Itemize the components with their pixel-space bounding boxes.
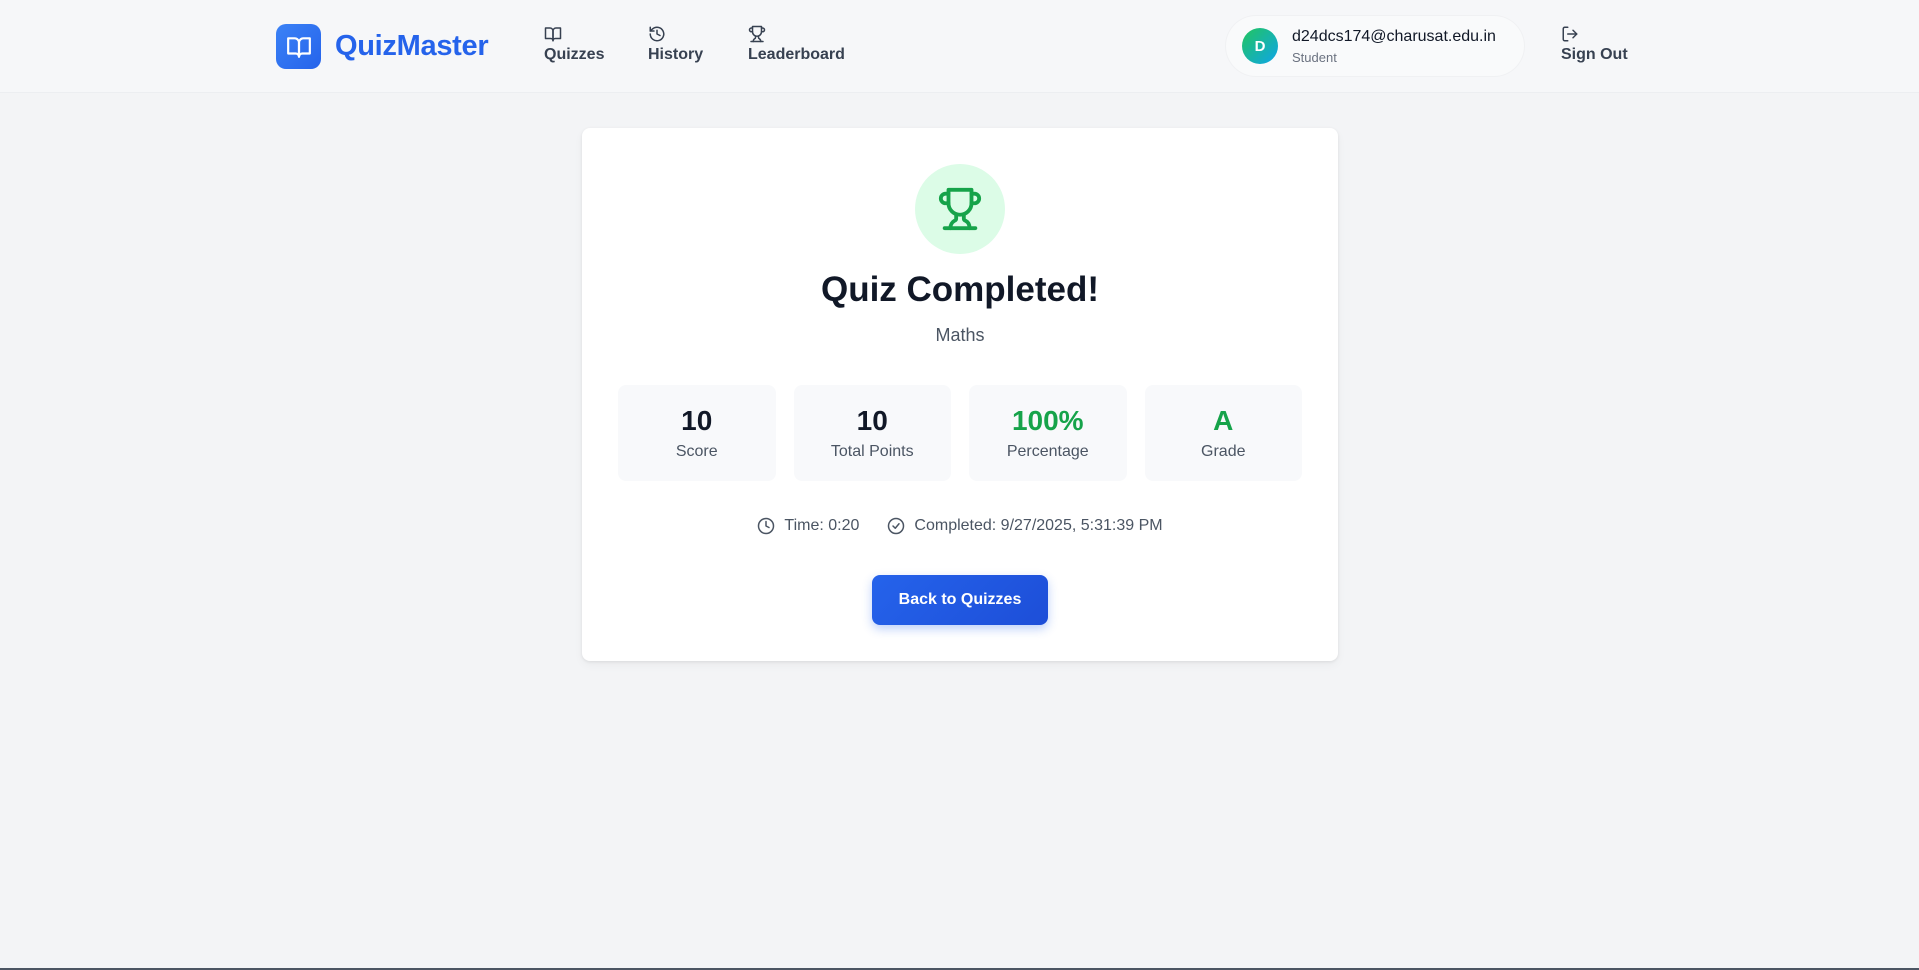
check-circle-icon xyxy=(888,517,905,535)
stat-label: Total Points xyxy=(830,443,914,460)
completed-at: Completed: 9/27/2025, 5:31:39 PM xyxy=(887,517,1163,535)
stat-total-points: 10 Total Points xyxy=(793,385,951,481)
stat-score: 10 Score xyxy=(618,385,776,481)
stat-percentage: 100% Percentage xyxy=(969,385,1127,481)
page-title: Quiz Completed! xyxy=(820,270,1100,309)
user-email: d24dcs174@charusat.edu.in xyxy=(1292,27,1496,45)
log-out-icon xyxy=(1562,26,1578,42)
time-taken: Time: 0:20 xyxy=(757,517,859,535)
stat-value: A xyxy=(1213,405,1234,436)
book-open-icon xyxy=(276,24,321,69)
avatar: D xyxy=(1242,28,1278,64)
completed-text: Completed: 9/27/2025, 5:31:39 PM xyxy=(914,517,1163,534)
quiz-subject: Maths xyxy=(935,325,985,345)
trophy-badge xyxy=(915,164,1005,254)
stat-value: 10 xyxy=(856,405,888,436)
time-text: Time: 0:20 xyxy=(784,517,860,534)
quiz-result-card: Quiz Completed! Maths 10 Score 10 Total … xyxy=(582,128,1338,661)
sign-out-label: Sign Out xyxy=(1561,46,1628,63)
stat-label: Percentage xyxy=(1006,443,1089,460)
stat-grade: A Grade xyxy=(1144,385,1302,481)
user-profile[interactable]: D d24dcs174@charusat.edu.in Student xyxy=(1226,16,1524,76)
stats-grid: 10 Score 10 Total Points 100% Percentage… xyxy=(618,385,1302,481)
result-meta: Time: 0:20 Completed: 9/27/2025, 5:31:39… xyxy=(582,517,1338,535)
stat-value: 10 xyxy=(681,405,713,436)
user-info: d24dcs174@charusat.edu.in Student xyxy=(1292,28,1496,65)
stat-value: 100% xyxy=(1011,405,1084,436)
trophy-icon xyxy=(748,25,766,43)
stat-label: Score xyxy=(675,443,718,460)
sign-out-button[interactable]: Sign Out xyxy=(1561,25,1628,64)
nav-quizzes[interactable]: Quizzes xyxy=(544,25,604,64)
back-to-quizzes-button[interactable]: Back to Quizzes xyxy=(872,575,1048,625)
nav-leaderboard[interactable]: Leaderboard xyxy=(748,25,845,64)
nav-label: History xyxy=(648,46,704,63)
clock-icon xyxy=(758,517,775,535)
nav-history[interactable]: History xyxy=(648,25,703,64)
user-role: Student xyxy=(1292,49,1337,65)
nav-label: Quizzes xyxy=(544,46,605,63)
trophy-icon xyxy=(938,187,982,231)
brand-name: QuizMaster xyxy=(335,30,489,62)
nav-label: Leaderboard xyxy=(748,46,845,63)
book-open-icon xyxy=(544,27,562,42)
top-navigation-bar: QuizMaster Quizzes History Leaderboard D xyxy=(0,0,1919,93)
history-icon xyxy=(649,26,665,42)
stat-label: Grade xyxy=(1201,443,1246,460)
brand-home-link[interactable]: QuizMaster xyxy=(276,24,489,69)
